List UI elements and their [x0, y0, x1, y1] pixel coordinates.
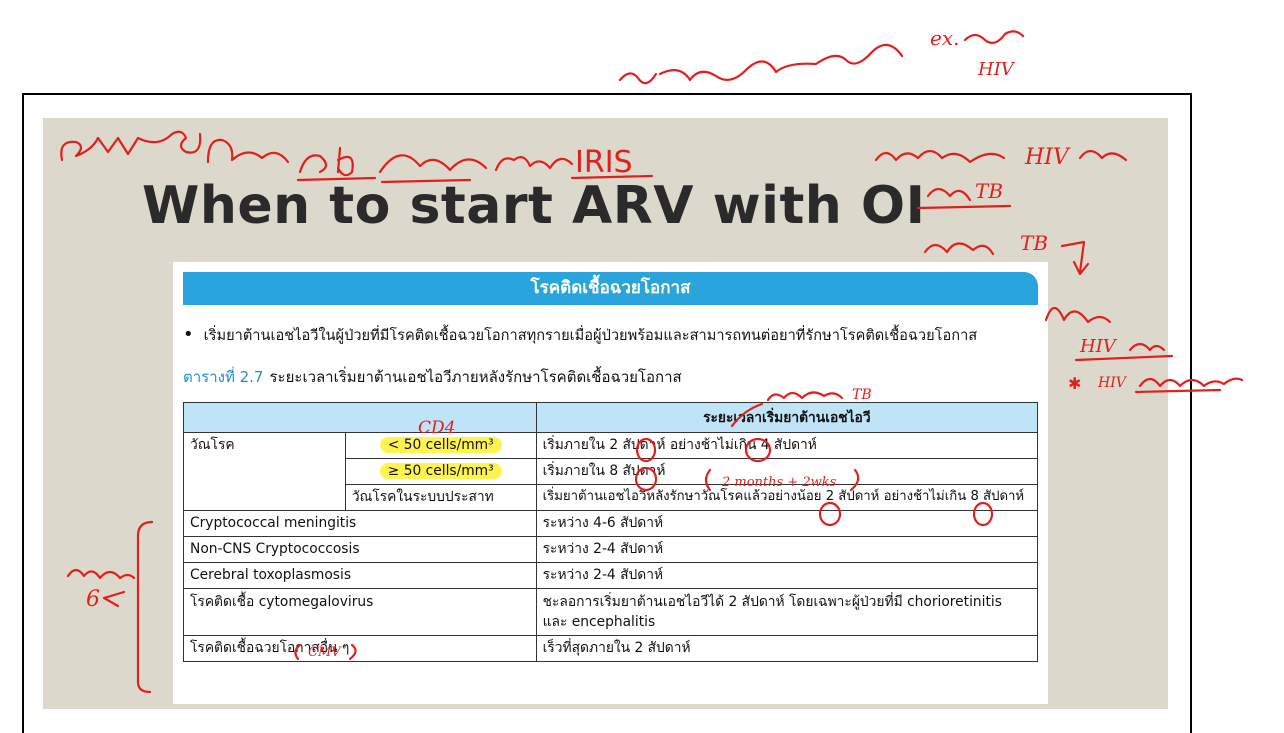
ink-text-ex: ex. [930, 26, 959, 50]
ink-text-hiv-2: HIV [1079, 336, 1118, 357]
ink-text-tb-2: TB [1020, 231, 1048, 255]
ink-scribble-right-6 [1128, 342, 1166, 352]
ink-text-hiv-1: HIV [1024, 145, 1071, 170]
handwritten-annotations: ex. HIV IRIS HIV TB TB HIV ✱ HIV TB CD4 [60, 26, 1244, 694]
ink-pointer-header [730, 402, 764, 428]
ink-text-hiv-top: HIV [977, 59, 1016, 80]
ink-underline-right-3 [1134, 388, 1222, 394]
ink-bracket-margin [136, 520, 154, 694]
ink-scribble-top [618, 43, 904, 85]
ink-text-star: ✱ [1068, 374, 1081, 393]
ink-text-tb-1: TB [975, 179, 1003, 203]
ink-circle-2wk-cns [818, 501, 842, 527]
ink-text-six: 6 [86, 587, 100, 612]
ink-text-tb-header: TB [852, 387, 872, 403]
ink-scribble-left-4 [494, 156, 574, 172]
ink-arrow-right [1060, 240, 1090, 276]
ink-scribble-right-2 [1078, 149, 1128, 162]
ink-scribble-ex [963, 30, 1025, 44]
ink-circle-8wk [634, 466, 658, 492]
ink-circle-8wk-cns [972, 501, 994, 527]
ink-text-rate: 2 months + 2wks [721, 475, 837, 490]
ink-text-cd4: CD4 [418, 418, 455, 438]
ink-scribble-header [766, 391, 844, 402]
ink-underline-right-1 [916, 204, 1012, 210]
ink-scribble-right-1 [874, 149, 1006, 164]
ink-scribble-right-7 [1138, 377, 1244, 388]
ink-underline-1 [296, 176, 377, 182]
ink-underline-2 [380, 178, 472, 184]
ink-text-cmv: CMV [308, 645, 342, 660]
ink-text-hiv-3: HIV [1097, 375, 1128, 391]
ink-circle-2wk [635, 437, 657, 463]
ink-scribble-right-4 [923, 242, 995, 256]
ink-arrow-margin [102, 590, 126, 608]
ink-scribble-right-3 [926, 187, 972, 202]
ink-scribble-left-2 [206, 138, 290, 164]
ink-circle-4wk [744, 437, 772, 463]
ink-scribble-left-1 [60, 130, 202, 162]
ink-text-iris: IRIS [575, 145, 633, 180]
ink-scribble-right-5 [1044, 306, 1112, 324]
ink-scribble-margin [66, 568, 136, 580]
ink-scribble-left-3 [298, 146, 488, 177]
